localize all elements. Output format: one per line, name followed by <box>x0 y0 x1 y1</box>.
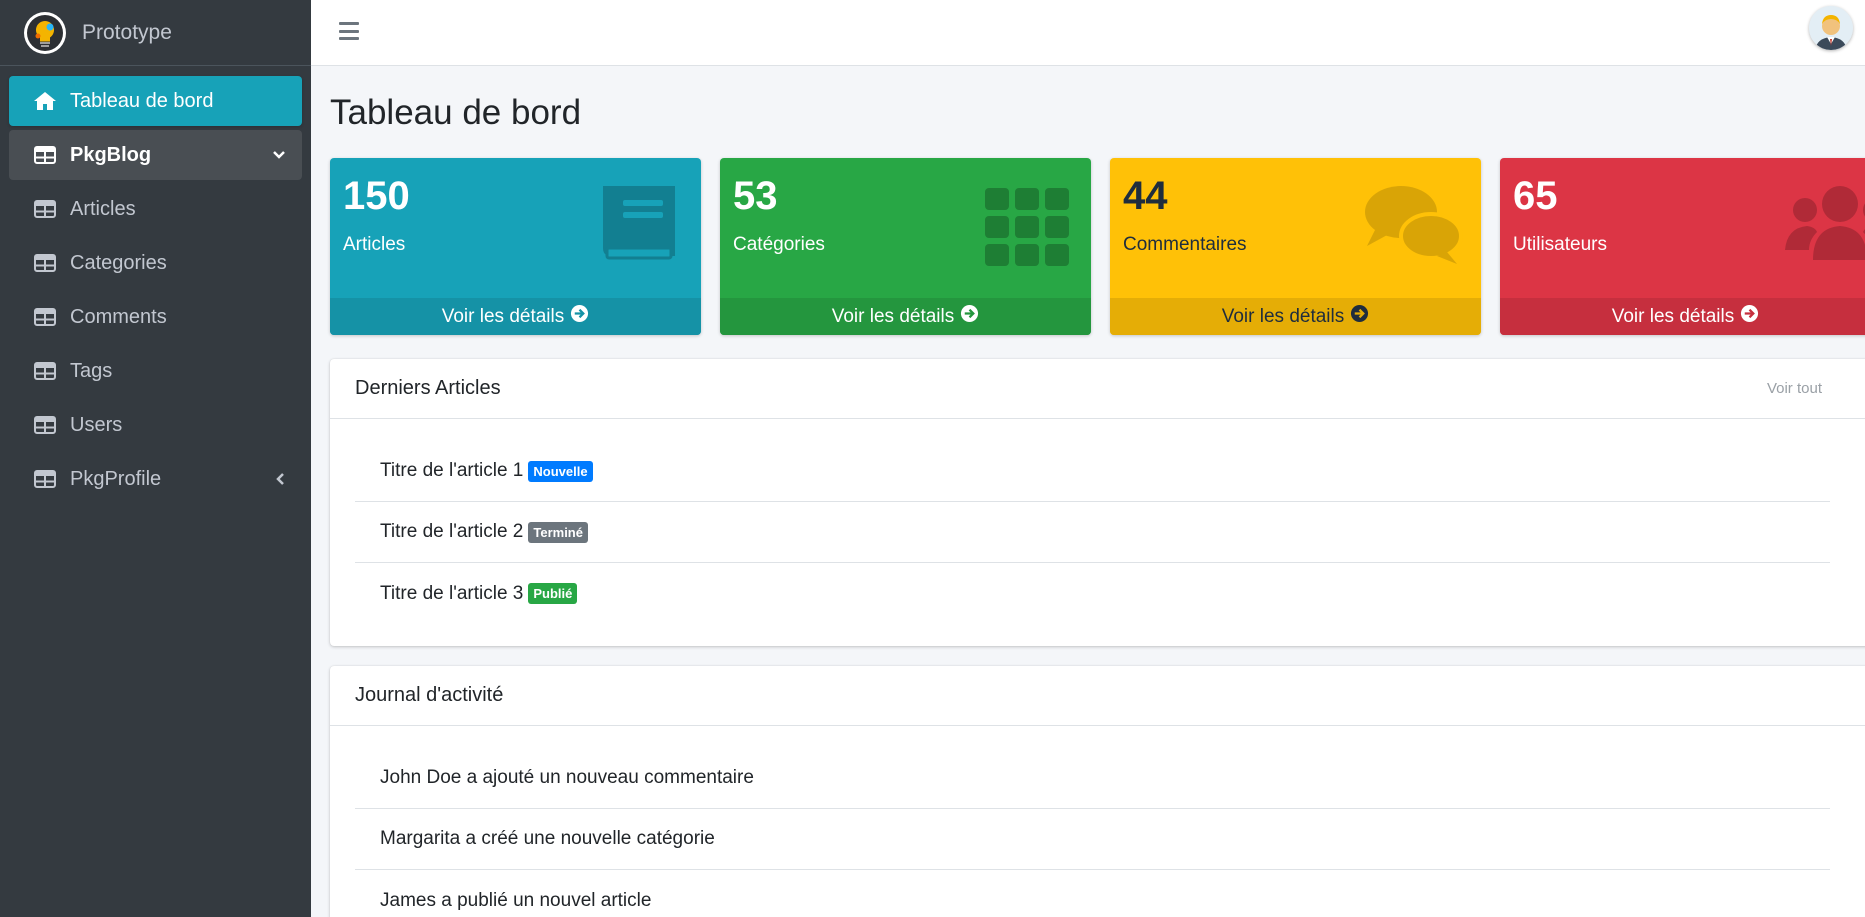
stat-footer-link[interactable]: Voir les détails <box>1500 298 1865 335</box>
top-navbar <box>311 0 1865 66</box>
activity-text: Margarita a créé une nouvelle catégorie <box>380 828 715 849</box>
stat-footer-link[interactable]: Voir les détails <box>330 298 701 335</box>
stats-row: 150 Articles Voir les détails 53 Catégor… <box>330 158 1865 335</box>
user-avatar[interactable] <box>1809 6 1853 50</box>
stat-footer-label: Voir les détails <box>831 305 955 327</box>
home-icon <box>33 91 57 111</box>
main-content: Tableau de bord 150 Articles Voir les dé… <box>330 66 1865 917</box>
arrow-circle-right-icon <box>570 304 589 329</box>
card-title: Journal d'activité <box>355 684 504 706</box>
sidebar-item-pkgprofile[interactable]: PkgProfile <box>9 454 302 504</box>
sidebar-item-articles[interactable]: Articles <box>9 184 302 234</box>
chevron-down-icon <box>272 150 286 160</box>
sidebar-item-label: Tags <box>70 359 113 382</box>
stat-footer-label: Voir les détails <box>1221 305 1345 327</box>
stat-footer-label: Voir les détails <box>1611 305 1735 327</box>
sidebar-item-label: Categories <box>70 251 167 274</box>
sidebar-item-label: Comments <box>70 305 167 328</box>
stat-footer-link[interactable]: Voir les détails <box>1110 298 1481 335</box>
table-icon <box>33 415 57 435</box>
sidebar-item-categories[interactable]: Categories <box>9 238 302 288</box>
chevron-left-icon <box>276 472 286 486</box>
sidebar-item-label: PkgBlog <box>70 143 152 166</box>
article-title: Titre de l'article 3 <box>380 582 524 604</box>
sidebar-item-label: PkgProfile <box>70 467 162 490</box>
card-body: John Doe a ajouté un nouveau commentaire… <box>330 726 1865 917</box>
status-badge: Nouvelle <box>528 460 593 482</box>
list-item: John Doe a ajouté un nouveau commentaire <box>355 748 1830 809</box>
page-title: Tableau de bord <box>330 93 582 132</box>
card-header: Journal d'activité <box>330 666 1865 726</box>
grid-icon <box>985 180 1073 268</box>
stat-box-comments: 44 Commentaires Voir les détails <box>1110 158 1481 335</box>
table-icon <box>33 307 57 327</box>
article-title: Titre de l'article 1 <box>380 460 524 481</box>
sidebar-item-pkgblog[interactable]: PkgBlog <box>9 130 302 180</box>
arrow-circle-right-icon <box>1350 304 1369 329</box>
stat-box-categories: 53 Catégories Voir les détails <box>720 158 1091 335</box>
table-icon <box>33 199 57 219</box>
arrow-circle-right-icon <box>960 304 979 329</box>
status-badge: Terminé <box>528 521 588 543</box>
table-icon <box>33 361 57 381</box>
article-title: Titre de l'article 2 <box>380 521 524 542</box>
sidebar-item-label: Tableau de bord <box>70 89 214 112</box>
sidebar-item-label: Users <box>70 413 123 436</box>
stat-footer-label: Voir les détails <box>441 305 565 327</box>
stat-box-articles: 150 Articles Voir les détails <box>330 158 701 335</box>
brand-name: Prototype <box>82 20 172 44</box>
list-item: Margarita a créé une nouvelle catégorie <box>355 809 1830 870</box>
stat-footer-link[interactable]: Voir les détails <box>720 298 1091 335</box>
table-icon <box>33 253 57 273</box>
hamburger-icon[interactable] <box>339 22 359 40</box>
card-header: Derniers Articles Voir tout <box>330 359 1865 419</box>
sidebar-item-tags[interactable]: Tags <box>9 346 302 396</box>
list-item[interactable]: Titre de l'article 1 Nouvelle <box>355 441 1830 502</box>
table-icon <box>33 145 57 165</box>
status-badge: Publié <box>528 583 578 604</box>
users-icon <box>1785 180 1865 268</box>
list-item[interactable]: Titre de l'article 2 Terminé <box>355 502 1830 563</box>
sidebar-item-users[interactable]: Users <box>9 400 302 450</box>
table-icon <box>33 469 57 489</box>
stat-box-users: 65 Utilisateurs Voir les détails <box>1500 158 1865 335</box>
book-icon <box>595 180 683 268</box>
card-body: Titre de l'article 1 Nouvelle Titre de l… <box>330 419 1865 646</box>
sidebar: Prototype Tableau de bord PkgBlog Articl… <box>0 0 311 917</box>
view-all-link[interactable]: Voir tout <box>1767 380 1822 397</box>
list-item: James a publié un nouvel article <box>355 870 1830 917</box>
brand-logo-icon <box>24 11 66 54</box>
comments-icon <box>1365 180 1463 268</box>
latest-articles-card: Derniers Articles Voir tout Titre de l'a… <box>330 359 1865 646</box>
activity-log-card: Journal d'activité John Doe a ajouté un … <box>330 666 1865 917</box>
activity-text: James a publié un nouvel article <box>380 889 652 911</box>
brand-link[interactable]: Prototype <box>0 0 311 66</box>
sidebar-item-tableau-de-bord[interactable]: Tableau de bord <box>9 76 302 126</box>
list-item[interactable]: Titre de l'article 3 Publié <box>355 563 1830 624</box>
card-title: Derniers Articles <box>355 377 501 399</box>
activity-text: John Doe a ajouté un nouveau commentaire <box>380 767 754 788</box>
sidebar-nav: Tableau de bord PkgBlog Articles Categor… <box>0 66 311 518</box>
arrow-circle-right-icon <box>1740 304 1759 329</box>
sidebar-item-label: Articles <box>70 197 136 220</box>
sidebar-item-comments[interactable]: Comments <box>9 292 302 342</box>
